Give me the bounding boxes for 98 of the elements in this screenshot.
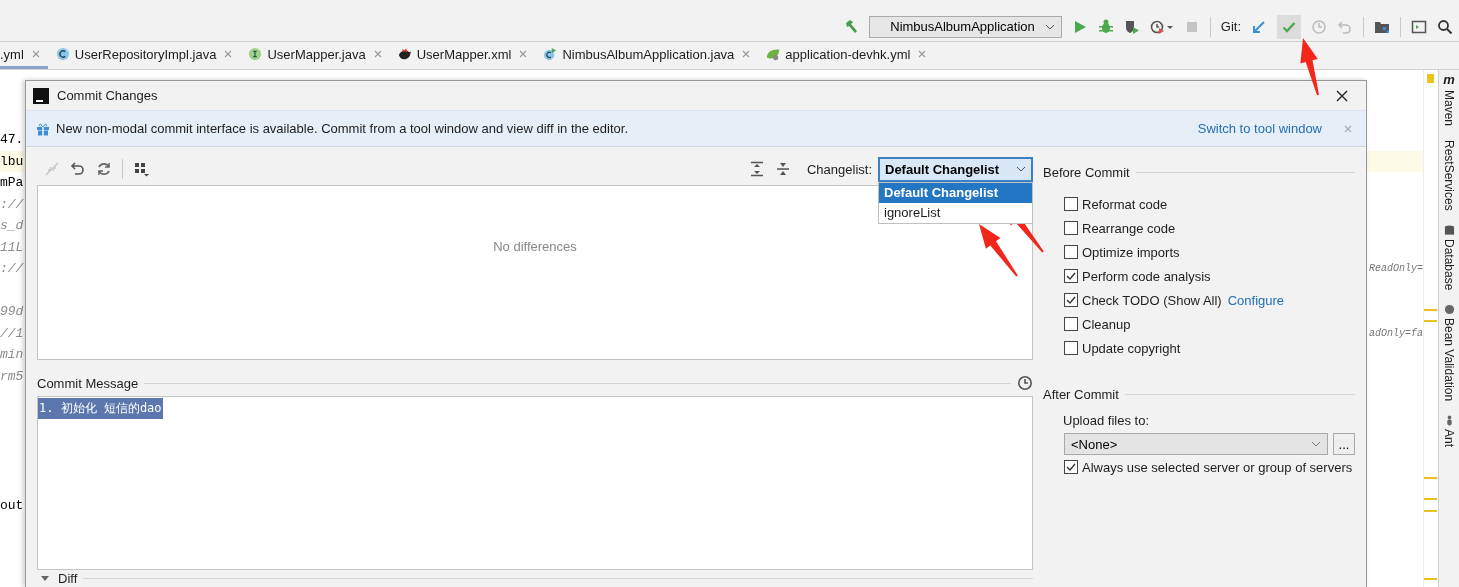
gift-icon [36,121,50,136]
collapse-all-icon[interactable] [774,161,791,177]
checkbox-label: Rearrange code [1082,220,1176,236]
bean-icon [1443,304,1455,316]
code-text: lbu [0,153,24,169]
checkbox[interactable] [1064,221,1078,235]
checkbox-label: Update copyright [1082,340,1181,356]
commit-message-field[interactable]: 1. 初始化 短信的dao [37,396,1033,570]
checkbox[interactable] [1064,197,1078,211]
expand-all-icon[interactable] [748,161,765,177]
undo-icon[interactable] [70,161,86,177]
section-title: Before Commit [1043,164,1130,180]
section-title: Commit Message [37,375,139,391]
checkbox[interactable] [1064,245,1078,259]
empty-text: No differences [493,239,577,254]
maven-icon: m [1443,72,1455,87]
code-text: :// [0,196,24,212]
checkbox-label: Optimize imports [1082,244,1180,260]
banner-text: New non-modal commit interface is available. Commit from a tool window and view diff in the editor. [56,121,629,136]
chevron-icon [1016,166,1026,172]
editor-tab[interactable]: UserMapper.xml [389,42,536,69]
section-title: After Commit [1043,386,1119,402]
terminal-icon[interactable] [1411,18,1427,35]
changelist-dropdown[interactable]: Default Changelist [878,156,1033,182]
bug-icon[interactable] [1097,18,1114,35]
refresh-icon[interactable] [96,161,112,177]
configure-link[interactable]: Configure [1227,292,1285,308]
code-text: //1 [0,325,24,341]
coverage-icon[interactable] [1123,18,1140,35]
changelist-option[interactable]: Default Changelist [879,182,1032,203]
upload-label: Upload files to: [1062,413,1150,430]
chevron-icon [1044,23,1055,30]
stripe-marker[interactable] [1424,309,1437,311]
code-text: s_d [0,218,24,234]
tool-window-button[interactable]: Ant [1442,429,1456,448]
tool-window-button[interactable]: Database [1442,238,1456,291]
stripe-marker[interactable] [1424,578,1437,580]
tool-window-button[interactable]: Maven [1442,90,1456,127]
editor-tab[interactable]: UserMapper.java [240,42,390,69]
server-dropdown[interactable]: <None> [1064,433,1328,455]
checkbox-label: Perform code analysis [1082,268,1211,284]
editor-tab[interactable]: application-devhk.yml [758,42,935,69]
checkbox-label: Check TODO (Show All) [1082,292,1222,308]
checkbox[interactable] [1064,341,1078,355]
changelist-option[interactable]: ignoreList [879,202,1032,223]
app-logo-icon [33,87,49,104]
code-text: 47. [0,132,24,148]
rollback-icon[interactable] [1337,18,1353,35]
editor-tab[interactable]: NimbusAlbumApplication.java [535,42,759,69]
checkbox-label: Cleanup [1082,316,1131,332]
interface-icon [248,47,263,61]
changelist-label: Changelist: [806,161,872,177]
switch-link[interactable]: Switch to tool window [1197,121,1322,136]
chevron-icon [1311,441,1321,447]
stripe-marker[interactable] [1424,510,1437,512]
code-text: ReadOnly= [1369,263,1423,275]
close-icon[interactable] [1336,89,1348,102]
update-arrow-icon[interactable] [1251,18,1267,35]
class-run-icon [543,47,558,61]
code-text: :// [0,261,24,277]
code-text: adOnly=fa [1369,327,1423,339]
run-configuration-dropdown[interactable]: NimbusAlbumApplication [868,15,1062,38]
class-icon [55,47,70,61]
search-icon[interactable] [1437,18,1453,35]
commit-button[interactable] [1277,14,1301,39]
checkbox[interactable] [1064,460,1078,474]
code-text: rm5 [0,368,24,384]
checkbox-label: Reformat code [1082,196,1168,212]
checkbox-label: Always use selected server or group of servers [1082,459,1353,475]
code-text: 11L [0,239,24,255]
checkbox[interactable] [1064,317,1078,331]
diff-toggle[interactable]: Diff [37,570,78,586]
profiler-icon[interactable] [1149,18,1174,35]
tool-window-button[interactable]: Bean Validation [1442,318,1456,402]
leaf-icon [766,47,781,61]
history-icon[interactable] [1017,375,1033,391]
commit-message-text: 1. 初始化 短信的dao [38,398,163,419]
browse-button[interactable]: ... [1333,433,1355,455]
annotation-arrow [1300,38,1319,96]
stripe-marker[interactable] [1424,477,1437,479]
code-text: mPa [0,175,24,191]
database-icon [1443,224,1455,236]
tool-window-button[interactable]: RestServices [1442,140,1456,211]
checkbox[interactable] [1064,269,1078,283]
vcs-label: Git: [1220,19,1241,34]
annotation-arrow [979,224,1018,277]
dialog-title: Commit Changes [57,88,159,103]
triangle-icon [40,573,50,583]
checkbox[interactable] [1064,293,1078,307]
warning-marker [1427,74,1434,83]
code-text: out [0,497,24,513]
group-by-icon[interactable] [133,161,149,177]
bird-icon [397,47,412,61]
code-text: min [0,347,24,363]
code-text: 99d [0,304,24,320]
stripe-marker[interactable] [1424,320,1437,322]
stripe-marker[interactable] [1424,498,1437,500]
editor-tab[interactable]: UserRepositoryImpl.java [47,42,241,69]
